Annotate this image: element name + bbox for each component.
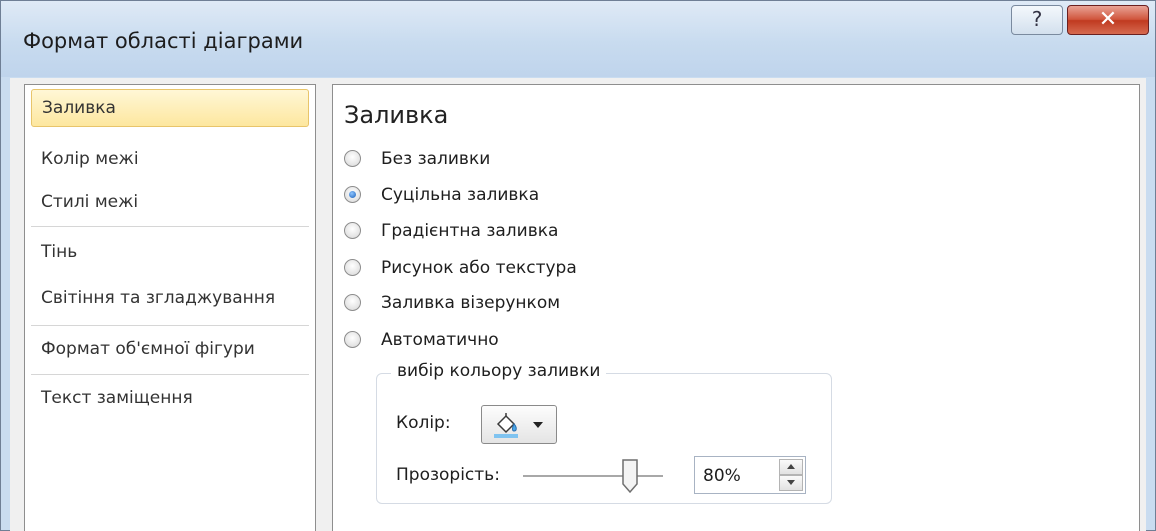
fill-color-dropdown-button[interactable] <box>481 405 557 444</box>
radio-label: Без заливки <box>381 149 491 169</box>
category-sidebar: Заливка Колір межі Стилі межі Тінь Світі… <box>24 84 316 531</box>
transparency-slider-track[interactable] <box>523 475 663 478</box>
transparency-slider-thumb[interactable] <box>621 458 639 494</box>
close-button[interactable]: ✕ <box>1067 5 1149 35</box>
sidebar-item-glow-soft-edges[interactable]: Світіння та згладжування <box>31 279 309 317</box>
transparency-input[interactable] <box>701 463 771 489</box>
paint-bucket-icon <box>494 413 518 438</box>
sidebar-item-3d-format[interactable]: Формат об'ємної фігури <box>31 330 309 368</box>
spin-down-button[interactable] <box>779 475 803 491</box>
radio-label: Рисунок або текстура <box>381 258 577 278</box>
radio-label: Автоматично <box>381 330 499 350</box>
sidebar-divider <box>31 226 309 227</box>
transparency-label: Прозорість: <box>396 465 500 485</box>
radio-button[interactable] <box>344 150 361 167</box>
radio-button[interactable] <box>344 294 361 311</box>
radio-dot <box>349 191 356 198</box>
arrow-down-icon <box>787 480 795 485</box>
radio-label: Градієнтна заливка <box>381 221 559 241</box>
group-legend: вибір кольору заливки <box>391 361 607 381</box>
radio-label: Заливка візерунком <box>381 293 561 313</box>
dialog-title: Формат області діаграми <box>23 29 304 53</box>
sidebar-item-border-styles[interactable]: Стилі межі <box>31 183 309 221</box>
chevron-down-icon <box>533 422 543 428</box>
radio-button-selected[interactable] <box>344 186 361 203</box>
radio-button[interactable] <box>344 259 361 276</box>
help-button[interactable]: ? <box>1011 5 1063 35</box>
help-icon: ? <box>1031 7 1043 31</box>
sidebar-divider <box>31 325 309 326</box>
sidebar-item-fill[interactable]: Заливка <box>31 89 309 127</box>
sidebar-item-border-color[interactable]: Колір межі <box>31 140 309 178</box>
transparency-spinner[interactable] <box>694 456 806 494</box>
radio-button[interactable] <box>344 222 361 239</box>
spin-up-button[interactable] <box>779 459 803 475</box>
color-label: Колір: <box>396 413 451 433</box>
close-icon: ✕ <box>1098 7 1118 32</box>
sidebar-item-alt-text[interactable]: Текст заміщення <box>31 379 309 417</box>
arrow-up-icon <box>787 464 795 469</box>
title-bar[interactable]: Формат області діаграми ? ✕ <box>1 1 1155 77</box>
radio-button[interactable] <box>344 331 361 348</box>
sidebar-item-shadow[interactable]: Тінь <box>31 233 309 271</box>
sidebar-divider <box>31 374 309 375</box>
section-title: Заливка <box>344 101 449 129</box>
radio-label: Суцільна заливка <box>381 185 540 205</box>
